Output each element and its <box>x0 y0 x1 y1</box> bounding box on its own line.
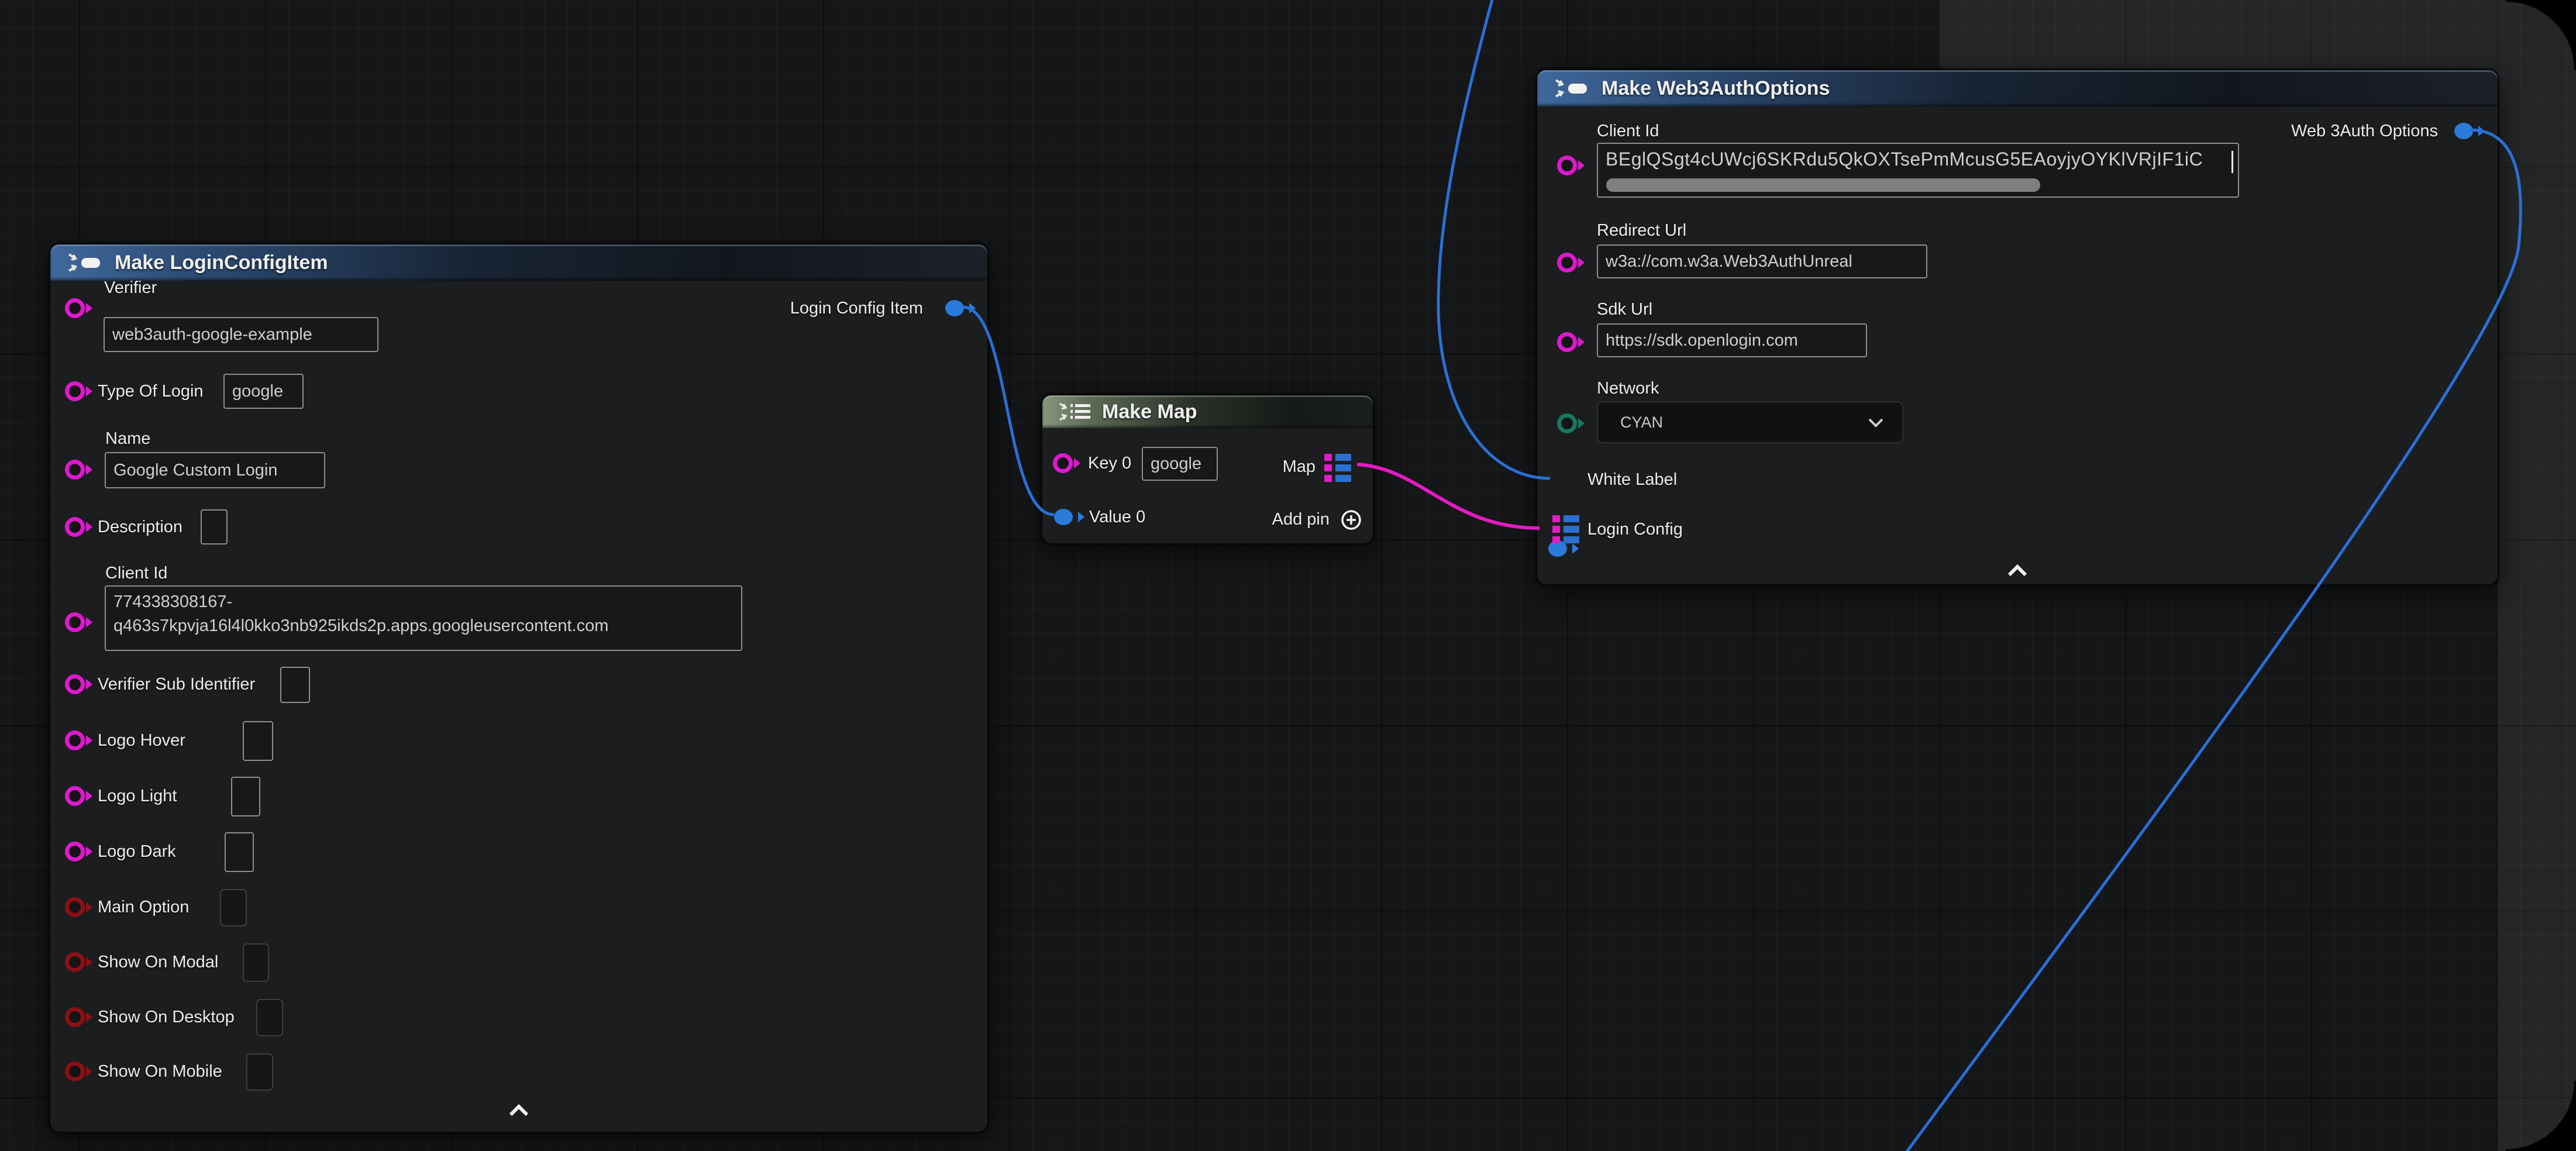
wire-offscreen-to-whitelabel[interactable] <box>1438 0 1550 478</box>
pin-show-on-mobile[interactable] <box>65 1062 85 1081</box>
client-id-line2: q463s7kpvja16l4l0kko3nb925ikds2p.apps.go… <box>113 614 733 638</box>
pin-logo-hover[interactable] <box>65 730 85 750</box>
pin-verifier-sub-identifier[interactable] <box>65 674 85 694</box>
verifier-sub-identifier-input[interactable] <box>280 667 310 703</box>
name-input[interactable]: Google Custom Login <box>105 452 325 488</box>
make-struct-icon <box>1552 75 1591 101</box>
pin-value-0[interactable] <box>1054 509 1073 525</box>
pin-label-login-config: Login Config <box>1587 518 1683 541</box>
pin-client-id[interactable] <box>1557 156 1577 175</box>
logo-light-input[interactable] <box>231 777 260 816</box>
pin-main-option[interactable] <box>65 897 85 917</box>
pin-label-show-on-mobile: Show On Mobile <box>98 1060 222 1083</box>
pin-logo-dark[interactable] <box>65 842 85 861</box>
sdk-url-input[interactable]: https://sdk.openlogin.com <box>1597 323 1867 357</box>
make-struct-icon <box>66 250 104 275</box>
pin-network[interactable] <box>1557 413 1577 433</box>
redirect-url-input[interactable]: w3a://com.w3a.Web3AuthUnreal <box>1597 244 1927 278</box>
make-map-icon <box>1058 399 1094 424</box>
pin-sdk-url[interactable] <box>1557 332 1577 352</box>
node-make-loginconfigitem-header[interactable]: Make LoginConfigItem <box>50 244 987 281</box>
logo-dark-input[interactable] <box>225 832 254 872</box>
client-id-line1: 774338308167- <box>113 590 733 614</box>
node-title: Make LoginConfigItem <box>115 251 328 274</box>
pin-label-name: Name <box>105 427 150 450</box>
node-make-loginconfigitem[interactable]: Make LoginConfigItem Verifier web3auth-g… <box>49 243 989 1133</box>
pin-label-redirect-url: Redirect Url <box>1597 219 1686 242</box>
pin-label-main-option: Main Option <box>98 895 189 919</box>
logo-hover-input[interactable] <box>243 721 273 761</box>
pin-web3auth-options-output[interactable] <box>2454 123 2473 139</box>
pin-label-logo-hover: Logo Hover <box>98 729 185 752</box>
pin-label-sdk-url: Sdk Url <box>1597 298 1652 321</box>
pin-label-client-id: Client Id <box>105 561 167 585</box>
show-on-mobile-checkbox[interactable] <box>246 1053 273 1091</box>
pin-label-verifier-sub-identifier: Verifier Sub Identifier <box>98 673 255 696</box>
pin-label-value-0: Value 0 <box>1089 505 1145 529</box>
collapse-chevron-icon[interactable] <box>2000 562 2035 580</box>
node-make-web3authoptions[interactable]: Make Web3AuthOptions Client Id Web 3Auth… <box>1536 69 2499 585</box>
network-dropdown[interactable]: CYAN <box>1597 401 1903 443</box>
viewport-rounded-corner-bottom-right <box>2506 1081 2576 1151</box>
pin-description[interactable] <box>65 517 85 537</box>
pin-type-of-login[interactable] <box>65 381 85 401</box>
pin-name[interactable] <box>65 460 85 480</box>
text-cursor <box>2231 151 2233 173</box>
main-option-checkbox[interactable] <box>220 889 247 926</box>
pin-map-output[interactable] <box>1324 454 1351 482</box>
pin-label-logo-dark: Logo Dark <box>98 840 176 863</box>
pin-redirect-url[interactable] <box>1557 253 1577 273</box>
type-of-login-input[interactable]: google <box>223 374 304 409</box>
show-on-modal-checkbox[interactable] <box>243 943 269 982</box>
pin-login-config[interactable] <box>1552 515 1579 543</box>
pin-label-white-label: White Label <box>1587 468 1677 491</box>
client-id-input[interactable]: BEglQSgt4cUWcj6SKRdu5QkOXTsePmMcusG5EAoy… <box>1597 143 2239 198</box>
chevron-down-icon <box>1866 416 1886 429</box>
pin-label-show-on-desktop: Show On Desktop <box>98 1005 235 1029</box>
show-on-desktop-checkbox[interactable] <box>256 999 283 1036</box>
pin-label-login-config-item: Login Config Item <box>790 297 923 320</box>
key-0-input[interactable]: google <box>1142 447 1218 481</box>
pin-key-0[interactable] <box>1053 453 1073 473</box>
pin-label-key-0: Key 0 <box>1088 452 1131 475</box>
pin-login-config-item-output[interactable] <box>945 300 964 316</box>
pin-label-type-of-login: Type Of Login <box>98 380 204 403</box>
node-title: Make Map <box>1102 401 1197 423</box>
collapse-chevron-icon[interactable] <box>501 1102 536 1119</box>
description-input[interactable] <box>201 509 228 545</box>
pin-label-network: Network <box>1597 377 1659 400</box>
pin-client-id[interactable] <box>65 612 85 632</box>
node-title: Make Web3AuthOptions <box>1602 77 1830 100</box>
pin-label-web3auth-options: Web 3Auth Options <box>2291 119 2438 143</box>
pin-label-description: Description <box>98 515 182 539</box>
verifier-input[interactable]: web3auth-google-example <box>104 317 378 352</box>
pin-label-logo-light: Logo Light <box>98 784 177 808</box>
pin-show-on-modal[interactable] <box>65 952 85 972</box>
pin-show-on-desktop[interactable] <box>65 1007 85 1027</box>
viewport-rounded-corner-top-right <box>2506 0 2576 70</box>
node-make-map-header[interactable]: Make Map <box>1042 395 1373 428</box>
wire-map-to-loginconfig[interactable] <box>1357 464 1540 528</box>
pin-logo-light[interactable] <box>65 786 85 806</box>
pin-verifier[interactable] <box>65 298 85 318</box>
pin-label-client-id: Client Id <box>1597 119 1659 143</box>
network-dropdown-value: CYAN <box>1620 413 1663 432</box>
client-id-scrollbar[interactable] <box>1606 178 2040 192</box>
node-make-map[interactable]: Make Map Key 0 google Map Value 0 Add pi… <box>1041 394 1374 545</box>
pin-label-map: Map <box>1283 455 1315 478</box>
blueprint-graph-canvas[interactable]: Make LoginConfigItem Verifier web3auth-g… <box>0 0 2576 1151</box>
node-make-web3authoptions-header[interactable]: Make Web3AuthOptions <box>1537 70 2498 106</box>
canvas-light-column-right <box>2498 0 2576 1151</box>
client-id-input[interactable]: 774338308167- q463s7kpvja16l4l0kko3nb925… <box>105 585 742 651</box>
add-pin-icon[interactable] <box>1339 508 1363 532</box>
pin-label-show-on-modal: Show On Modal <box>98 950 218 974</box>
pin-label-verifier: Verifier <box>104 276 157 299</box>
add-pin-label: Add pin <box>1272 508 1330 531</box>
